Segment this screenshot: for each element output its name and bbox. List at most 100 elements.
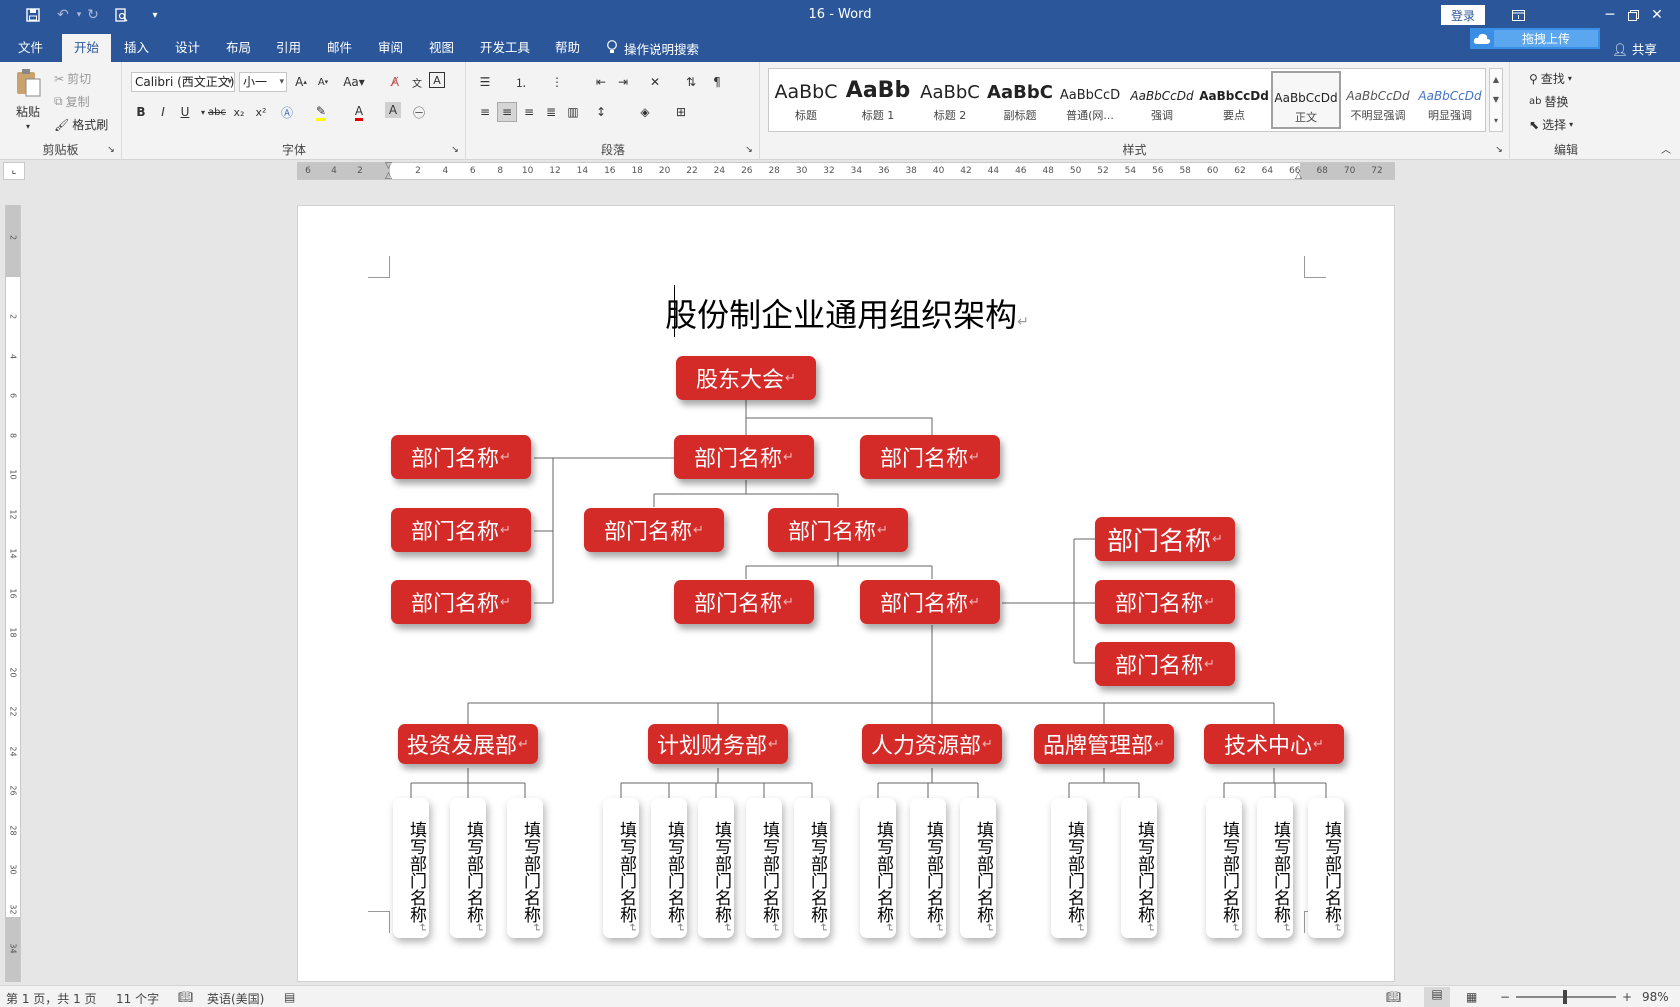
copy-button[interactable]: ⧉ 复制: [54, 93, 90, 110]
tab-references[interactable]: 引用: [272, 36, 305, 60]
style-normal[interactable]: AaBbCcDd 正文: [1271, 71, 1341, 129]
decrease-indent-icon[interactable]: ⇤: [591, 72, 611, 92]
dept-box[interactable]: 部门名称 ↵: [1095, 517, 1235, 561]
more-styles-icon[interactable]: ▾: [1494, 116, 1498, 125]
style-subtitle[interactable]: AaBbC 副标题: [985, 71, 1055, 129]
right-indent-marker[interactable]: △: [1295, 171, 1302, 181]
character-shading-icon[interactable]: A: [385, 102, 401, 118]
sub-department-box[interactable]: 填写部门名称 ↵: [1308, 798, 1344, 938]
select-button[interactable]: ⬉ 选择 ▾: [1529, 116, 1573, 133]
align-right-icon[interactable]: ≡: [519, 102, 539, 122]
zoom-in-icon[interactable]: +: [1622, 990, 1632, 1004]
italic-icon[interactable]: I: [153, 102, 173, 122]
vertical-ruler[interactable]: 2 2 4 6 8 10 12 14 16 18 20 22 24 26 28 30 32 34: [5, 205, 21, 982]
scroll-up-icon[interactable]: ▲: [1493, 75, 1499, 84]
sub-department-box[interactable]: 填写部门名称 ↵: [450, 798, 486, 938]
highlight-icon[interactable]: ✎: [311, 102, 331, 122]
style-title[interactable]: AaBbC 标题: [771, 71, 841, 129]
sub-department-box[interactable]: 填写部门名称 ↵: [860, 798, 896, 938]
sub-department-box[interactable]: 填写部门名称 ↵: [393, 798, 429, 938]
zoom-slider-thumb[interactable]: [1563, 990, 1567, 1004]
chinese-layout-icon[interactable]: ✕: [645, 72, 665, 92]
tab-view[interactable]: 视图: [425, 36, 458, 60]
dept-box[interactable]: 部门名称 ↵: [860, 435, 1000, 479]
dept-box[interactable]: 部门名称 ↵: [1095, 580, 1235, 624]
show-marks-icon[interactable]: ¶: [707, 72, 727, 92]
line-spacing-icon[interactable]: ↕: [591, 102, 611, 122]
sub-department-box[interactable]: 填写部门名称 ↵: [1257, 798, 1293, 938]
paste-button[interactable]: 粘贴 ▾: [14, 68, 42, 131]
print-layout-icon[interactable]: ▤: [1424, 987, 1450, 1007]
zoom-out-icon[interactable]: −: [1500, 990, 1510, 1004]
character-border-icon[interactable]: A: [429, 72, 445, 88]
styles-launcher-icon[interactable]: ↘: [1489, 140, 1509, 160]
share-button[interactable]: 👤︎ 共享: [1612, 39, 1657, 58]
text-effects-icon[interactable]: Ⓐ: [277, 102, 297, 122]
subscript-icon[interactable]: x₂: [229, 102, 249, 122]
enclose-characters-icon[interactable]: ㊀: [409, 102, 429, 122]
style-heading-1[interactable]: AaBb 标题 1: [843, 71, 913, 129]
tab-developer[interactable]: 开发工具: [476, 36, 534, 60]
collapse-ribbon-icon[interactable]: ︿: [1656, 138, 1676, 158]
style-subtle-emphasis[interactable]: AaBbCcDd 不明显强调: [1343, 71, 1413, 129]
scroll-down-icon[interactable]: ▼: [1493, 95, 1499, 104]
sub-department-box[interactable]: 填写部门名称 ↵: [910, 798, 946, 938]
sub-department-box[interactable]: 填写部门名称 ↵: [507, 798, 543, 938]
tab-selector[interactable]: ⌞: [3, 162, 25, 180]
document-page[interactable]: 股份制企业通用组织架构↵ 股东大会 ↵ 部门名称 ↵ 部门名称 ↵ 部门名称 ↵ 部门名称 ↵ 部门…: [297, 205, 1395, 982]
tab-design[interactable]: 设计: [171, 36, 204, 60]
bold-icon[interactable]: B: [131, 102, 151, 122]
upload-button[interactable]: 拖拽上传: [1470, 28, 1600, 49]
login-button[interactable]: 登录: [1441, 5, 1485, 25]
macro-icon[interactable]: ▤: [284, 990, 295, 1004]
department-box-2[interactable]: 计划财务部 ↵: [648, 724, 788, 764]
dept-box[interactable]: 部门名称 ↵: [768, 508, 908, 552]
change-case-button[interactable]: Aa ▾: [339, 72, 369, 92]
format-painter-button[interactable]: 🖌︎ 格式刷: [54, 116, 108, 133]
dept-box[interactable]: 部门名称 ↵: [860, 580, 1000, 624]
align-left-icon[interactable]: ≡: [475, 102, 495, 122]
style-heading-2[interactable]: AaBbC 标题 2: [915, 71, 985, 129]
cut-button[interactable]: ✂ 剪切: [54, 70, 91, 87]
sub-department-box[interactable]: 填写部门名称 ↵: [1051, 798, 1087, 938]
clear-formatting-icon[interactable]: A̸: [385, 72, 405, 92]
font-size-combo[interactable]: 小一: [239, 72, 287, 92]
web-layout-icon[interactable]: ▦: [1466, 990, 1477, 1004]
dept-box[interactable]: 部门名称 ↵: [391, 508, 531, 552]
sub-department-box[interactable]: 填写部门名称 ↵: [746, 798, 782, 938]
dept-box[interactable]: 部门名称 ↵: [584, 508, 724, 552]
bullets-icon[interactable]: ☰: [475, 72, 495, 92]
tell-me-search[interactable]: 操作说明搜索: [606, 39, 699, 58]
sub-department-box[interactable]: 填写部门名称 ↵: [603, 798, 639, 938]
style-intense-emphasis[interactable]: AaBbCcDd 明显强调: [1415, 71, 1485, 129]
dept-box[interactable]: 部门名称 ↵: [674, 435, 814, 479]
font-color-icon[interactable]: A: [349, 102, 369, 122]
tab-mailings[interactable]: 邮件: [323, 36, 356, 60]
shading-icon[interactable]: ◈: [635, 102, 655, 122]
underline-icon[interactable]: U: [175, 102, 195, 122]
tab-home[interactable]: 开始: [62, 34, 112, 62]
tab-help[interactable]: 帮助: [551, 36, 584, 60]
sort-icon[interactable]: ⇅: [681, 72, 701, 92]
horizontal-ruler[interactable]: 6 4 2 2 4 6 8 10 12 14 16 18 20 22 24 26 28 30 32 34 36 38 40 4…: [297, 161, 1395, 181]
borders-icon[interactable]: ⊞: [671, 102, 691, 122]
increase-indent-icon[interactable]: ⇥: [613, 72, 633, 92]
paragraph-launcher-icon[interactable]: ↘: [739, 140, 759, 160]
sub-department-box[interactable]: 填写部门名称 ↵: [794, 798, 830, 938]
hanging-indent-marker[interactable]: △: [385, 171, 392, 181]
dept-box[interactable]: 部门名称 ↵: [391, 435, 531, 479]
ribbon-display-options-icon[interactable]: [1495, 0, 1541, 30]
shrink-font-icon[interactable]: A ▾: [313, 72, 333, 92]
font-name-combo[interactable]: Calibri (西文正文): [131, 72, 235, 92]
align-center-icon[interactable]: ≡: [497, 102, 517, 122]
zoom-level[interactable]: 98%: [1642, 990, 1669, 1004]
grow-font-icon[interactable]: A ▴: [291, 72, 311, 92]
page-count[interactable]: 第 1 页，共 1 页: [6, 990, 97, 1007]
distributed-icon[interactable]: ▥: [563, 102, 583, 122]
dept-box[interactable]: 部门名称 ↵: [391, 580, 531, 624]
phonetic-guide-icon[interactable]: 文: [407, 72, 427, 92]
tab-insert[interactable]: 插入: [120, 36, 153, 60]
language[interactable]: 英语(美国): [207, 990, 264, 1007]
style-strong[interactable]: AaBbCcDd 要点: [1199, 71, 1269, 129]
department-box-4[interactable]: 品牌管理部 ↵: [1034, 724, 1174, 764]
